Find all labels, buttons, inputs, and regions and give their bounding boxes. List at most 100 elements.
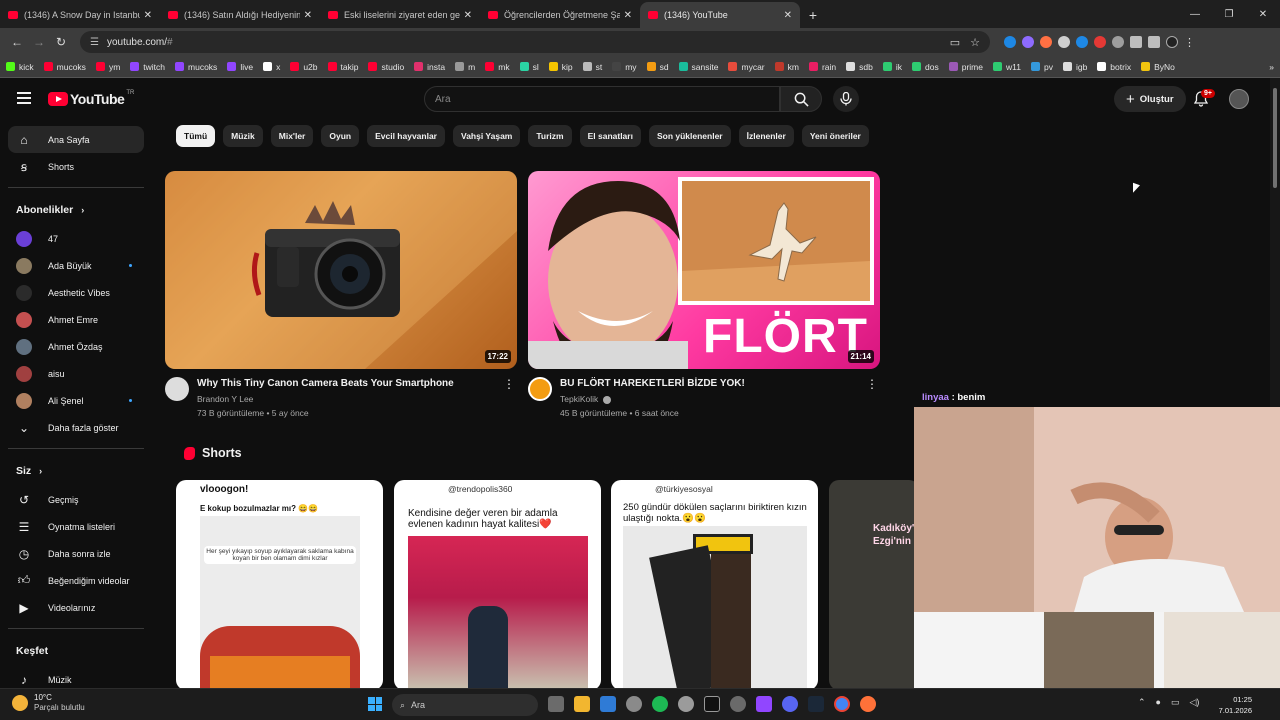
bookmark-item[interactable]: x (263, 62, 280, 72)
back-icon[interactable]: ← (6, 35, 28, 49)
reload-icon[interactable]: ↻ (50, 35, 72, 49)
bookmark-item[interactable]: insta (414, 62, 445, 72)
cast-icon[interactable]: ▭ (950, 36, 960, 49)
show-more-button[interactable]: ⌄ Daha fazla göster (0, 414, 152, 441)
bookmark-item[interactable]: dos (912, 62, 939, 72)
app-icon[interactable] (678, 696, 694, 712)
browser-tab[interactable]: Öğrencilerden Öğretmene Şaşı ✕ (480, 2, 640, 28)
video-card[interactable]: FLÖRT 21:14 BU FLÖRT HAREKETLERİ BİZDE Y… (528, 171, 880, 425)
settings-icon[interactable] (626, 696, 642, 712)
bookmark-item[interactable]: mucoks (43, 62, 86, 72)
video-title[interactable]: BU FLÖRT HAREKETLERİ BİZDE YOK! (560, 378, 860, 389)
bookmark-item[interactable]: u2b (290, 62, 318, 72)
twitch-icon[interactable] (756, 696, 772, 712)
sidebar-item-shorts[interactable]: ꞩ Shorts (0, 153, 152, 180)
sidebar-item-you[interactable]: ▶ Videolarınız (0, 594, 152, 621)
firefox-icon[interactable] (860, 696, 876, 712)
bookmark-item[interactable]: mycar (728, 62, 765, 72)
video-thumbnail[interactable]: 17:22 (165, 171, 517, 369)
you-header[interactable]: Siz › (0, 456, 160, 486)
chevron-up-icon[interactable]: ⌃ (1138, 697, 1146, 708)
sidebar-item-music[interactable]: ♪ Müzik (0, 666, 152, 688)
site-info-icon[interactable]: ☰ (90, 37, 99, 48)
more-bookmarks-icon[interactable]: » (1269, 62, 1274, 72)
bookmark-item[interactable]: sansite (678, 62, 718, 72)
bookmark-item[interactable]: botrix (1097, 62, 1131, 72)
bookmark-item[interactable]: ym (95, 62, 120, 72)
new-tab-icon[interactable]: + (800, 2, 826, 28)
short-card[interactable]: vlooogon! E kokup bozulmazlar mı? 😄😄 Her… (176, 480, 383, 690)
sidebar-item-subscription[interactable]: Ahmet Emre (0, 306, 152, 333)
search-button[interactable] (780, 86, 822, 112)
channel-name[interactable]: TepkiKolik (560, 394, 598, 404)
bookmark-item[interactable]: studio (368, 62, 404, 72)
extension-icon[interactable] (1112, 36, 1124, 48)
close-tab-icon[interactable]: ✕ (624, 10, 632, 21)
account-avatar[interactable] (1229, 89, 1249, 109)
video-card[interactable]: 17:22 Why This Tiny Canon Camera Beats Y… (165, 171, 517, 425)
bookmark-item[interactable]: twitch (130, 62, 165, 72)
mic-tray-icon[interactable]: ● (1156, 697, 1161, 708)
extension-icon[interactable] (1040, 36, 1052, 48)
discord-icon[interactable] (782, 696, 798, 712)
bookmark-item[interactable]: live (227, 62, 253, 72)
channel-avatar[interactable] (165, 377, 189, 401)
sidebar-item-you[interactable]: 👍︎ Beğendiğim videolar (0, 567, 152, 594)
close-tab-icon[interactable]: ✕ (144, 10, 152, 21)
forward-icon[interactable]: → (28, 35, 50, 49)
channel-name-row[interactable]: TepkiKolik (560, 394, 611, 404)
spotify-icon[interactable] (652, 696, 668, 712)
maximize-icon[interactable]: ❐ (1212, 0, 1246, 28)
bookmark-item[interactable]: prime (948, 62, 983, 72)
extension-icon[interactable] (1004, 36, 1016, 48)
task-view-icon[interactable] (548, 696, 564, 712)
windows-start-icon[interactable] (368, 697, 382, 711)
filter-chip[interactable]: Vahşi Yaşam (453, 125, 521, 147)
channel-avatar[interactable] (528, 377, 552, 401)
search-input[interactable]: Ara (424, 86, 780, 112)
short-card[interactable]: Kadıköy'd Ezgi'nin (829, 480, 919, 690)
extension-icon[interactable] (1022, 36, 1034, 48)
bookmark-item[interactable]: st (582, 62, 602, 72)
app-icon[interactable] (730, 696, 746, 712)
extension-icon[interactable] (1058, 36, 1070, 48)
sidebar-item-subscription[interactable]: Aesthetic Vibes (0, 279, 152, 306)
minimize-icon[interactable]: — (1178, 0, 1212, 28)
bookmark-star-icon[interactable]: ☆ (970, 36, 980, 49)
short-card[interactable]: @trendopolis360 Kendisine değer veren bi… (394, 480, 601, 690)
filter-chip[interactable]: Tümü (176, 125, 216, 147)
bookmark-item[interactable]: rain (808, 62, 836, 72)
bookmark-item[interactable]: ByNo (1141, 62, 1175, 72)
youtube-logo[interactable]: YouTube TR (48, 90, 134, 107)
menu-icon[interactable]: ⋮ (1184, 36, 1195, 49)
close-tab-icon[interactable]: ✕ (784, 10, 792, 21)
chrome-icon[interactable] (834, 696, 850, 712)
bookmark-item[interactable]: kip (548, 62, 573, 72)
close-tab-icon[interactable]: ✕ (304, 10, 312, 21)
voice-search-button[interactable] (833, 86, 859, 112)
puzzle-icon[interactable] (1130, 36, 1142, 48)
bookmark-item[interactable]: takip (327, 62, 358, 72)
bookmark-item[interactable]: km (774, 62, 799, 72)
close-tab-icon[interactable]: ✕ (464, 10, 472, 21)
bookmark-item[interactable]: mk (485, 62, 510, 72)
bookmark-item[interactable]: m (455, 62, 475, 72)
media-icon[interactable] (1148, 36, 1160, 48)
filter-chip[interactable]: Evcil hayvanlar (367, 125, 445, 147)
short-card[interactable]: @türkiyesosyal 250 gündür dökülen saçlar… (611, 480, 818, 690)
address-input[interactable]: ☰ youtube.com/# ▭ ☆ (80, 31, 990, 53)
video-title[interactable]: Why This Tiny Canon Camera Beats Your Sm… (197, 378, 497, 389)
file-explorer-icon[interactable] (574, 696, 590, 712)
bookmark-item[interactable]: w11 (993, 62, 1021, 72)
create-button[interactable]: + Oluştur (1114, 86, 1186, 112)
steam-icon[interactable] (808, 696, 824, 712)
subscriptions-header[interactable]: Abonelikler › (0, 195, 160, 225)
sidebar-item-you[interactable]: ☰ Oynatma listeleri (0, 513, 152, 540)
bookmark-item[interactable]: sd (646, 62, 669, 72)
volume-icon[interactable]: ◁) (1190, 697, 1200, 708)
filter-chip[interactable]: Turizm (528, 125, 572, 147)
bookmark-item[interactable]: sl (519, 62, 539, 72)
bookmark-item[interactable]: ik (882, 62, 902, 72)
filter-chip[interactable]: El sanatları (579, 125, 641, 147)
sidebar-item-home[interactable]: ⌂ Ana Sayfa (8, 126, 144, 153)
